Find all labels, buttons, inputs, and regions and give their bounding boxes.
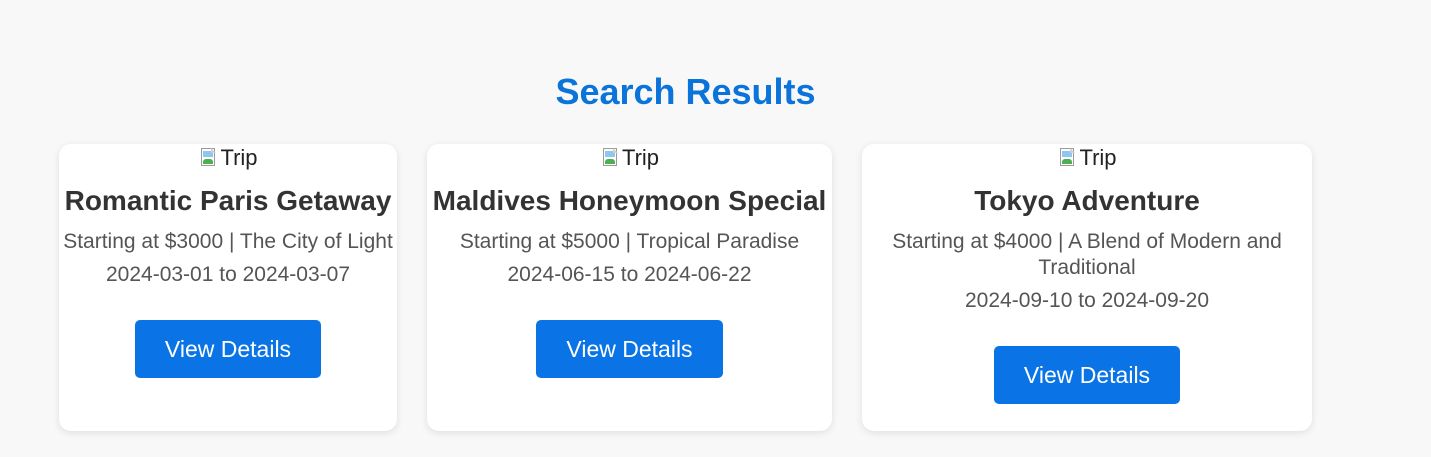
trip-dates: 2024-06-15 to 2024-06-22 (507, 263, 752, 286)
trip-image-alt: Trip (220, 145, 258, 170)
trip-image: Trip (600, 145, 659, 171)
trip-dates: 2024-09-10 to 2024-09-20 (964, 289, 1210, 312)
trip-dates: 2024-03-01 to 2024-03-07 (105, 263, 351, 286)
trip-description: Starting at $5000 | Tropical Paradise (459, 230, 800, 253)
trip-title: Maldives Honeymoon Special (432, 185, 827, 216)
trip-image-alt: Trip (621, 145, 660, 170)
trip-title: Romantic Paris Getaway (64, 185, 392, 216)
broken-image-icon (600, 147, 622, 169)
trip-description: Starting at $3000 | The City of Light (63, 230, 393, 253)
broken-image-icon (1057, 147, 1079, 169)
trip-card: Trip Tokyo Adventure Starting at $4000 |… (862, 144, 1312, 431)
view-details-button[interactable]: View Details (536, 320, 723, 378)
trip-card: Trip Maldives Honeymoon Special Starting… (427, 144, 832, 431)
trip-image: Trip (198, 145, 258, 171)
search-results-list: Trip Romantic Paris Getaway Starting at … (59, 144, 1312, 431)
trip-title: Tokyo Adventure (974, 185, 1200, 216)
trip-image: Trip (1057, 145, 1117, 171)
trip-card: Trip Romantic Paris Getaway Starting at … (59, 144, 397, 431)
trip-description: Starting at $4000 | A Blend of Modern an… (892, 230, 1282, 279)
view-details-button[interactable]: View Details (134, 320, 322, 378)
trip-image-alt: Trip (1079, 145, 1117, 170)
page-title: Search Results (555, 71, 816, 112)
broken-image-icon (198, 147, 220, 169)
view-details-button[interactable]: View Details (993, 346, 1181, 404)
